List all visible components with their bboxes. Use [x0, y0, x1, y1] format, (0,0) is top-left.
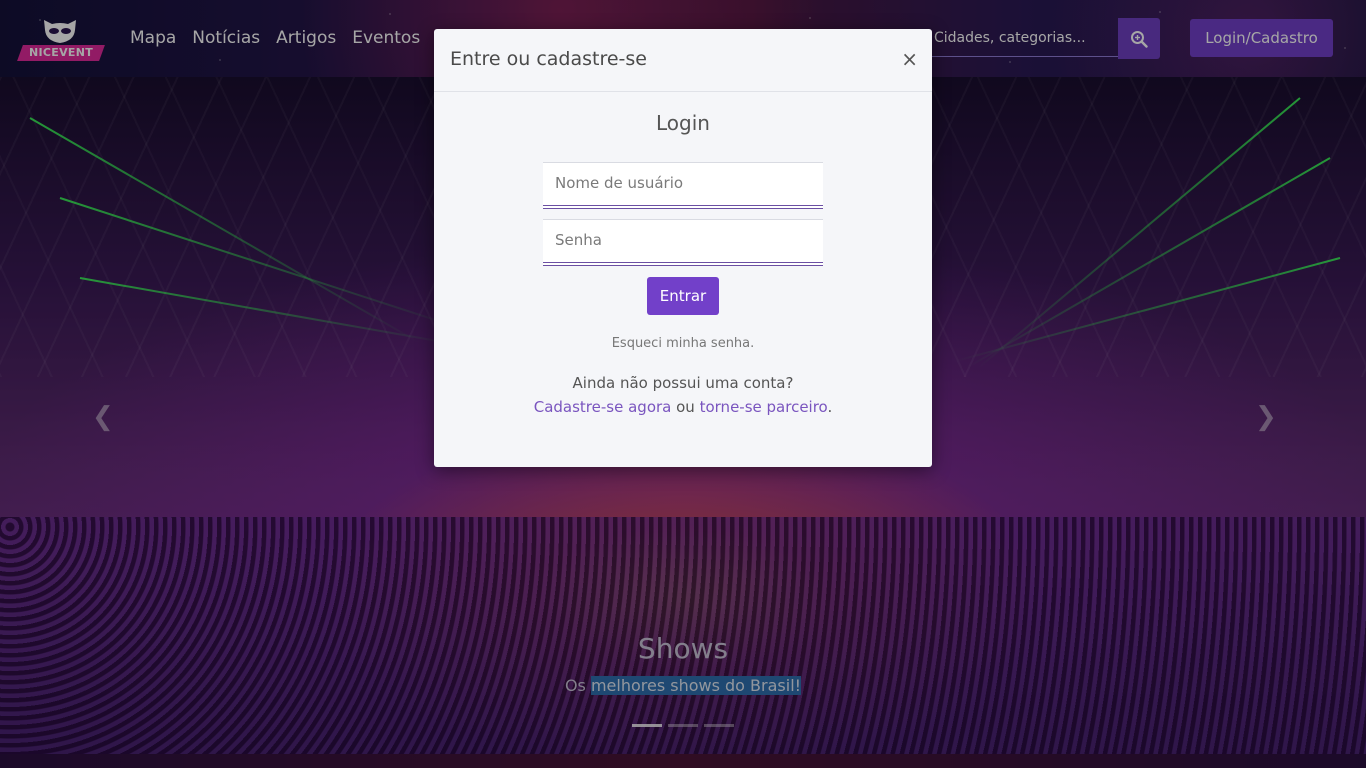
- partner-link[interactable]: torne-se parceiro: [700, 398, 828, 416]
- login-modal: Entre ou cadastre-se × Login Entrar Esqu…: [434, 29, 932, 467]
- password-field[interactable]: [543, 219, 823, 260]
- modal-header: Entre ou cadastre-se ×: [434, 29, 932, 92]
- register-line: Cadastre-se agora ou torne-se parceiro.: [434, 398, 932, 416]
- login-submit-button[interactable]: Entrar: [647, 277, 719, 315]
- register-link[interactable]: Cadastre-se agora: [534, 398, 672, 416]
- or-text: ou: [671, 398, 700, 416]
- register-period: .: [827, 398, 833, 416]
- login-heading: Login: [656, 111, 710, 135]
- username-field[interactable]: [543, 162, 823, 203]
- modal-title: Entre ou cadastre-se: [450, 48, 647, 70]
- forgot-password-link[interactable]: Esqueci minha senha.: [434, 336, 932, 351]
- no-account-text: Ainda não possui uma conta?: [572, 374, 794, 392]
- close-icon[interactable]: ×: [901, 47, 918, 71]
